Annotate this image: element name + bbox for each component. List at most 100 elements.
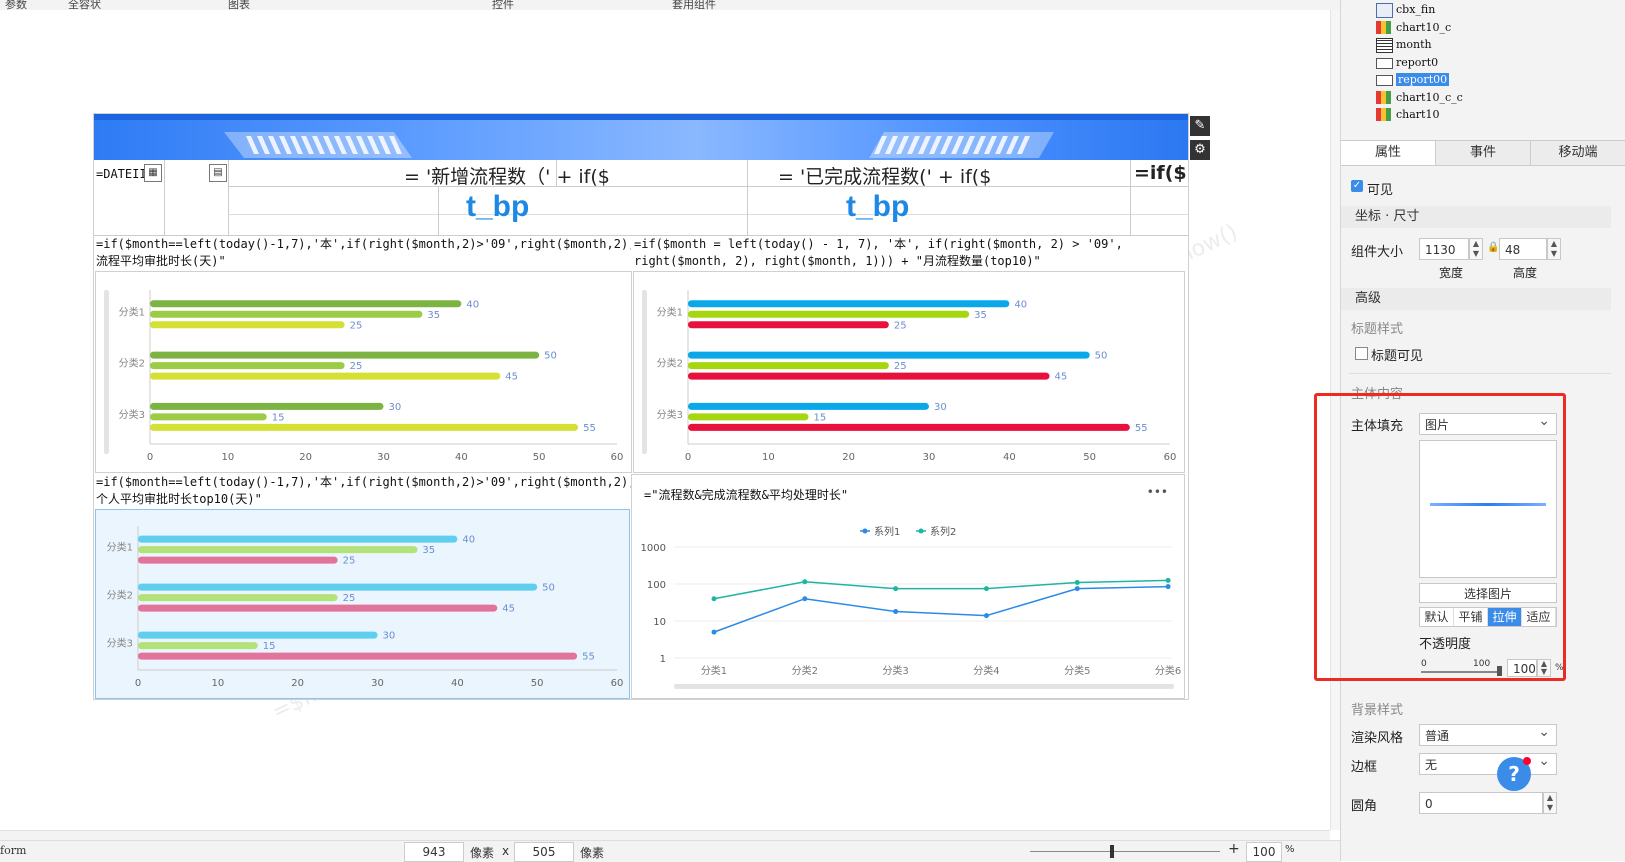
tbp-cell-2[interactable]: t_bp [846,190,909,224]
bar-value-label: 55 [583,423,596,434]
tree-item-chart10[interactable]: chart10 [1376,106,1440,123]
bar-value-label: 50 [542,583,555,594]
data-point [983,613,989,619]
zoom-slider-handle[interactable] [1110,845,1114,858]
tree-item-cbx_fin[interactable]: cbx_fin [1376,1,1435,18]
bar-value-label: 25 [343,556,356,567]
gear-icon[interactable]: ⚙ [1190,140,1210,160]
calendar-icon[interactable]: ▦ [144,164,162,182]
bar-value-label: 45 [505,372,518,383]
title-visible-checkbox[interactable] [1355,347,1368,360]
tree-item-label: chart10 [1396,108,1440,121]
formula-done-flow[interactable]: = '已完成流程数(' + if($ [778,162,991,189]
chart2-title[interactable]: =if($month = left(today() - 1, 7), '本', … [634,236,1186,270]
help-icon[interactable]: ? [1497,757,1531,791]
y-coord-input[interactable]: 505 [514,842,574,862]
tree-item-label: month [1396,38,1432,51]
bar [150,413,267,421]
category-label: 分类2 [657,357,683,370]
tab-properties[interactable]: 属性 [1341,141,1436,165]
chart2-box[interactable]: 0 10 20 30 40 50 60 分类1 40 35 25 分类2 50 25 45 分类3 30 15 55 [633,271,1185,473]
x-tick-label: 10 [211,678,224,689]
formula-new-flow[interactable]: = '新增流程数（' + if($ [404,162,610,189]
status-bar: form 943 像素 x 505 像素 + 100 % [0,840,1340,862]
x-tick-label: 10 [762,452,775,463]
tab-mobile[interactable]: 移动端 [1531,141,1625,165]
lock-icon[interactable]: 🔒 [1487,242,1499,253]
widget-icon[interactable]: ▤ [209,164,227,182]
bar [138,631,378,639]
width-input[interactable]: 1130 [1419,238,1469,260]
combo-icon [1376,3,1393,18]
bar [138,652,578,660]
title-visible-label: 标题可见 [1371,349,1424,364]
bar-value-label: 50 [544,351,557,362]
section-advanced[interactable]: 高级 [1341,288,1611,310]
zoom-input[interactable]: 100 [1246,842,1282,862]
bar-value-label: 55 [1135,423,1148,434]
radius-stepper[interactable]: ▲ ▼ [1543,792,1557,814]
bar-value-label: 40 [466,299,479,310]
radius-input[interactable]: 0 [1419,792,1543,814]
zoom-unit: % [1285,844,1295,855]
y-tick-label: 100 [647,580,666,591]
bar [138,642,258,650]
bar-value-label: 35 [427,310,440,321]
highlight-outline [1314,393,1566,681]
border-select[interactable]: 无 [1419,750,1557,775]
tab-events[interactable]: 事件 [1436,141,1531,165]
x-tick-label: 40 [1003,452,1016,463]
chart3-svg: 0 10 20 30 40 50 60 分类1 40 35 25 分类2 50 25 45 分类3 30 15 55 [76,526,623,689]
height-input[interactable]: 48 [1499,238,1547,260]
bar [150,300,462,308]
tree-item-chart10_c[interactable]: chart10_c [1376,19,1452,36]
bar-value-label: 40 [462,535,475,546]
category-label: 分类3 [119,408,145,421]
render-select[interactable]: 普通 [1419,721,1557,746]
formula-avg-time[interactable]: =if($ [1134,162,1187,184]
chart4-title[interactable]: ="流程数&完成流程数&平均处理时长" [644,487,848,504]
width-stepper[interactable]: ▲ ▼ [1469,238,1483,260]
visible-checkbox[interactable]: ✓ [1351,180,1363,192]
chart-icon [1376,108,1391,121]
x-coord-input[interactable]: 943 [404,842,464,862]
tree-item-month[interactable]: month [1376,36,1432,53]
report-dashboard[interactable]: =DATEII ▦ ▤ = '新增流程数（' + if($ = '已完成流程数(… [76,113,1189,700]
bar-value-label: 25 [894,320,907,331]
chart4-box[interactable]: ="流程数&完成流程数&平均处理时长" ••• 1000 100 10 1 分类1 分类2… [631,474,1185,699]
tbp-cell-1[interactable]: t_bp [466,190,529,224]
x-tick-label: 20 [299,452,312,463]
chart3-title[interactable]: =if($month==left(today()-1,7),'本',if(rig… [96,474,631,508]
x-tick-label: 50 [1083,452,1096,463]
bar-value-label: 35 [974,310,987,321]
height-stepper[interactable]: ▲ ▼ [1547,238,1561,260]
legend-label: 系列2 [930,525,956,538]
tree-item-chart10_c_c[interactable]: chart10_c_c [1376,89,1463,106]
bar-value-label: 30 [934,402,947,413]
tree-item-report00[interactable]: report00 [1376,71,1450,88]
bar-value-label: 15 [263,641,276,652]
bar [688,321,889,329]
chart1-svg: 0 10 20 30 40 50 60 分类1 40 35 25 分类2 50 25 45 分类3 30 15 55 [104,290,623,463]
bar-value-label: 15 [272,412,285,423]
x-tick-label: 分类3 [882,664,908,677]
chart-scrollbar [674,684,1174,689]
tree-item-report0[interactable]: report0 [1376,54,1438,71]
tree-item-label: chart10_c [1396,20,1452,34]
x-tick-label: 分类6 [1155,664,1181,677]
data-point [893,609,899,615]
chart1-title[interactable]: =if($month==left(today()-1,7),'本',if(rig… [96,236,631,270]
bar-value-label: 45 [502,604,515,615]
edit-icon[interactable]: ✎ [1190,116,1210,136]
x-tick-label: 分类5 [1064,664,1090,677]
zoom-slider[interactable] [1030,851,1220,852]
zoom-in-icon[interactable]: + [1228,841,1240,857]
chart-scrollbar [104,290,109,454]
chart3-box[interactable]: 0 10 20 30 40 50 60 分类1 40 35 25 分类2 50 25 45 分类3 30 15 55 [76,509,630,699]
date-cell[interactable]: =DATEII [96,166,147,183]
chart1-box[interactable]: 0 10 20 30 40 50 60 分类1 40 35 25 分类2 50 25 45 分类3 30 15 55 [95,271,632,473]
section-position-size[interactable]: 坐标 · 尺寸 [1341,206,1611,228]
notification-dot [1523,757,1531,765]
chart-icon [1376,90,1391,104]
more-icon[interactable]: ••• [1147,485,1168,499]
